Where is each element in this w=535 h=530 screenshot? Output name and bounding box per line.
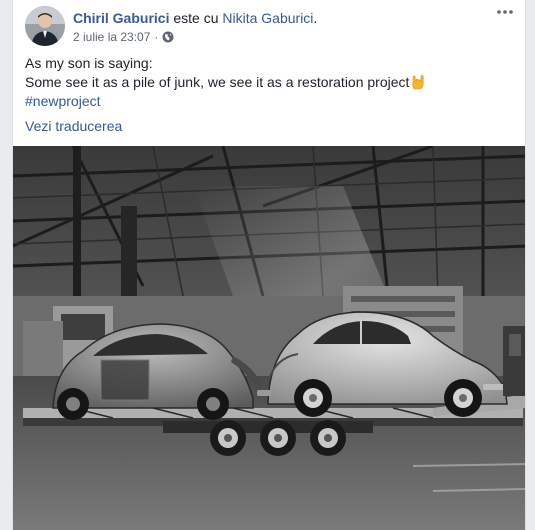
rock-on-hand-emoji (410, 74, 426, 90)
post-subline: 2 iulie la 23:07 · (73, 29, 485, 45)
globe-icon[interactable] (162, 31, 174, 43)
post-header: Chiril Gaburici este cu Nikita Gaburici.… (25, 6, 515, 46)
post-meta: Chiril Gaburici este cu Nikita Gaburici.… (73, 9, 485, 45)
author-name-link[interactable]: Chiril Gaburici (73, 10, 169, 26)
post-text-line-1: As my son is saying: (25, 55, 153, 71)
headline-punct: . (313, 10, 318, 26)
tagged-person-link[interactable]: Nikita Gaburici (222, 10, 313, 26)
see-translation-link[interactable]: Vezi traducerea (25, 118, 122, 134)
separator-dot: · (154, 30, 159, 44)
post-card: Chiril Gaburici este cu Nikita Gaburici.… (12, 0, 526, 530)
post-text-line-2: Some see it as a pile of junk, we see it… (25, 73, 513, 92)
timestamp-link[interactable]: 2 iulie la 23:07 (73, 29, 150, 45)
more-options-icon[interactable] (493, 6, 517, 20)
post-photo[interactable] (13, 146, 525, 530)
photo-image (13, 146, 525, 530)
post-text-line-2-text: Some see it as a pile of junk, we see it… (25, 74, 410, 90)
with-text: este cu (173, 10, 219, 26)
avatar[interactable] (25, 6, 65, 46)
post-headline: Chiril Gaburici este cu Nikita Gaburici. (73, 9, 485, 27)
post-body: As my son is saying: Some see it as a pi… (25, 54, 513, 111)
hashtag-link[interactable]: #newproject (25, 92, 513, 111)
